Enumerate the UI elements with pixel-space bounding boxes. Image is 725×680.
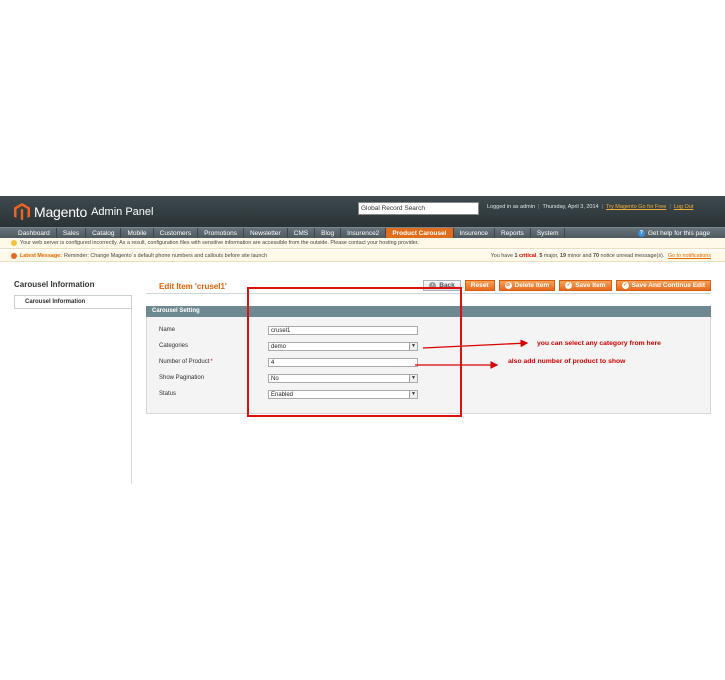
nav-catalog[interactable]: Catalog	[86, 227, 122, 239]
major-label: major	[543, 253, 558, 259]
help-icon: ?	[637, 230, 645, 237]
magento-logo-icon	[14, 203, 30, 221]
go-to-notifications-link[interactable]: Go to notifications	[668, 253, 711, 259]
latest-message-bar: Latest Message: Reminder: Change Magento…	[0, 251, 725, 262]
notice-count: 70	[593, 253, 600, 259]
nav-newsletter[interactable]: Newsletter	[244, 227, 288, 239]
try-magento-link[interactable]: Try Magento Go for Free	[606, 204, 666, 210]
field-label-status: Status	[159, 391, 176, 397]
save-item-button[interactable]: ✓ Save Item	[559, 280, 612, 291]
sidebar-divider	[14, 308, 132, 309]
reset-label: Reset	[470, 282, 489, 289]
sidebar-border	[131, 309, 132, 484]
form-buttons: ‹ Back Reset ⊘ Delete Item ✓ Save Item ✓ Sav…	[423, 280, 711, 291]
field-label-show-pagination: Show Pagination	[159, 375, 204, 381]
brand-name: Magento	[34, 204, 88, 220]
header-user-info: Logged in as admin | Thursday, April 3, 20…	[487, 204, 694, 210]
categories-annotation: you can select any category from here	[537, 340, 661, 347]
save-continue-label: Save And Continue Edit	[631, 282, 705, 289]
alert-icon	[11, 253, 17, 259]
sidebar-title: Carousel Information	[14, 280, 95, 289]
nav-dashboard[interactable]: Dashboard	[0, 227, 57, 239]
reset-button[interactable]: Reset	[464, 280, 495, 291]
logged-in-text: Logged in as admin	[487, 204, 536, 210]
logout-link[interactable]: Log Out	[674, 204, 694, 210]
field-label-categories: Categories	[159, 343, 188, 349]
latest-message-label: Latest Message:	[20, 253, 62, 259]
delete-label: Delete Item	[514, 282, 550, 289]
required-marker: *	[210, 359, 213, 365]
main-nav: Dashboard Sales Catalog Mobile Customers…	[0, 227, 725, 239]
nav-customers[interactable]: Customers	[154, 227, 199, 239]
notice-label: notice unread message(s).	[600, 253, 665, 259]
global-search-input[interactable]: Global Record Search	[358, 202, 479, 215]
delete-item-button[interactable]: ⊘ Delete Item	[498, 280, 556, 291]
config-warning-text: Your web server is configured incorrectl…	[20, 240, 419, 246]
nav-product-carousel[interactable]: Product Carousel	[386, 227, 454, 239]
name-label-text: Name	[159, 327, 176, 333]
magento-logo[interactable]: Magento Admin Panel	[14, 202, 153, 222]
major-count: 5	[539, 253, 543, 259]
minor-label: minor and	[567, 253, 592, 259]
number-label-text: Number of Product	[159, 359, 210, 365]
nav-promotions[interactable]: Promotions	[198, 227, 244, 239]
counts-prefix: You have	[490, 253, 513, 259]
check-icon: ✓	[621, 282, 629, 289]
nav-reports[interactable]: Reports	[495, 227, 531, 239]
field-label-number-of-product: Number of Product*	[159, 359, 213, 365]
nav-blog[interactable]: Blog	[315, 227, 342, 239]
pagination-label-text: Show Pagination	[159, 375, 205, 381]
notification-counts: You have 1 critical, 5 major, 19 minor a…	[490, 253, 711, 259]
nav-mobile[interactable]: Mobile	[121, 227, 154, 239]
status-label-text: Status	[159, 391, 177, 397]
admin-screen: Magento Admin Panel Global Record Search…	[0, 196, 725, 486]
categories-label-text: Categories	[159, 343, 189, 349]
page-title: Edit Item 'crusel1'	[159, 282, 227, 291]
nav-insurence[interactable]: Insurence	[454, 227, 496, 239]
latest-message-text: Reminder: Change Magento`s default phone…	[63, 253, 268, 259]
critical-label: critical	[518, 253, 537, 259]
save-and-continue-button[interactable]: ✓ Save And Continue Edit	[615, 280, 711, 291]
nav-system[interactable]: System	[531, 227, 566, 239]
admin-header: Magento Admin Panel Global Record Search…	[0, 196, 725, 227]
nav-sales[interactable]: Sales	[57, 227, 87, 239]
save-label: Save Item	[575, 282, 606, 289]
highlight-box	[247, 287, 462, 417]
date-text: Thursday, April 3, 2014	[542, 204, 599, 210]
check-icon: ✓	[565, 282, 573, 289]
sidebar-tab-carousel-information[interactable]: Carousel Information	[14, 295, 132, 308]
nav-insurence2[interactable]: Insurence2	[341, 227, 387, 239]
delete-icon: ⊘	[504, 282, 512, 289]
lightbulb-icon	[11, 240, 17, 246]
nav-cms[interactable]: CMS	[288, 227, 316, 239]
critical-count: 1	[514, 253, 518, 259]
minor-count: 19	[560, 253, 567, 259]
config-warning-bar: Your web server is configured incorrectl…	[0, 238, 725, 249]
number-annotation: also add number of product to show	[508, 358, 626, 365]
brand-subtitle: Admin Panel	[91, 206, 154, 218]
field-label-name: Name	[159, 327, 175, 333]
